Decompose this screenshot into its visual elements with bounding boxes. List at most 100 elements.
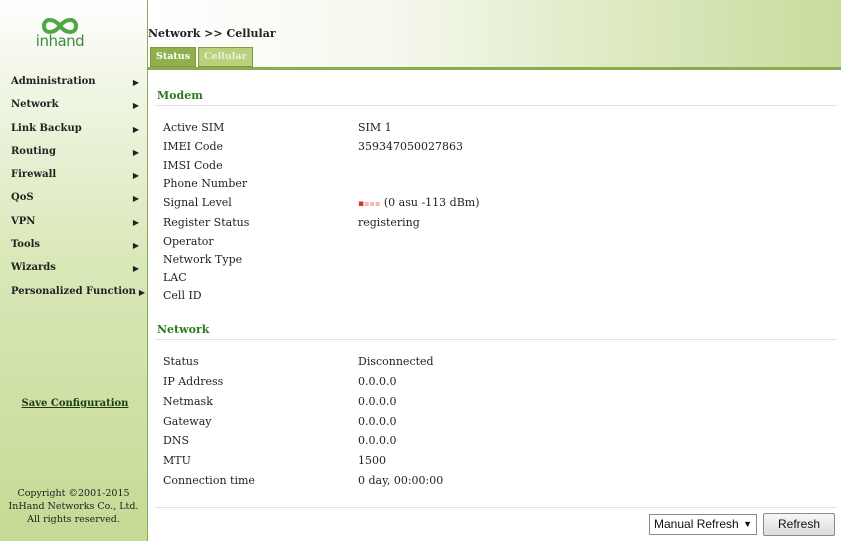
sidebar-item-label: Network xyxy=(11,99,59,111)
row-label: Status xyxy=(163,355,199,368)
chevron-right-icon: ▶ xyxy=(138,286,145,297)
row-label: LAC xyxy=(163,271,187,284)
refresh-mode-select[interactable]: Manual Refresh ▼ xyxy=(649,514,757,535)
sidebar-item-tools[interactable]: Tools ▶ xyxy=(0,235,147,258)
modem-section-title: Modem xyxy=(157,89,203,102)
copyright-line: All rights reserved. xyxy=(27,514,120,525)
row-label: Phone Number xyxy=(163,177,248,190)
row-value: registering xyxy=(358,216,420,229)
row-label: Register Status xyxy=(163,216,250,229)
row-label: DNS xyxy=(163,434,189,447)
row-value: 0.0.0.0 xyxy=(358,415,397,428)
chevron-right-icon: ▶ xyxy=(132,240,139,251)
network-row-dns: DNS 0.0.0.0 xyxy=(163,433,803,449)
row-value: 1500 xyxy=(358,454,386,467)
network-row-ip-address: IP Address 0.0.0.0 xyxy=(163,374,803,390)
row-label: Gateway xyxy=(163,415,212,428)
row-value: ▪▪▪▪ (0 asu -113 dBm) xyxy=(358,195,480,212)
sidebar-menu: Administration ▶ Network ▶ Link Backup ▶ Ro… xyxy=(0,72,147,305)
network-row-connection-time: Connection time 0 day, 00:00:00 xyxy=(163,473,803,489)
sidebar-item-administration[interactable]: Administration ▶ xyxy=(0,72,147,95)
sidebar-item-personalized-function[interactable]: Personalized Function ▶ xyxy=(0,282,147,305)
refresh-mode-value: Manual Refresh xyxy=(654,517,739,531)
sidebar-item-vpn[interactable]: VPN ▶ xyxy=(0,212,147,235)
signal-bars-empty: ▪▪▪ xyxy=(364,199,381,208)
sidebar-item-firewall[interactable]: Firewall ▶ xyxy=(0,165,147,188)
copyright-line: Copyright ©2001-2015 xyxy=(17,488,130,499)
row-value: 359347050027863 xyxy=(358,140,463,153)
tab-status[interactable]: Status xyxy=(150,47,197,67)
row-label: Network Type xyxy=(163,253,243,266)
modem-row-register-status: Register Status registering xyxy=(163,215,803,231)
modem-row-signal-level: Signal Level ▪▪▪▪ (0 asu -113 dBm) xyxy=(163,195,803,211)
modem-row-lac: LAC xyxy=(163,270,803,286)
sidebar-item-qos[interactable]: QoS ▶ xyxy=(0,188,147,211)
modem-row-network-type: Network Type xyxy=(163,252,803,268)
refresh-button[interactable]: Refresh xyxy=(763,513,835,536)
row-label: MTU xyxy=(163,454,191,467)
row-label: IMSI Code xyxy=(163,159,223,172)
sidebar-item-label: VPN xyxy=(11,215,36,227)
chevron-right-icon: ▶ xyxy=(132,100,139,111)
sidebar-item-label: Routing xyxy=(11,145,56,157)
copyright: Copyright ©2001-2015 InHand Networks Co.… xyxy=(0,487,147,526)
network-section-title: Network xyxy=(157,323,210,336)
row-label: Active SIM xyxy=(163,121,225,134)
sidebar: inhand Administration ▶ Network ▶ Link Bac… xyxy=(0,0,148,541)
modem-row-cell-id: Cell ID xyxy=(163,288,803,304)
row-value: 0.0.0.0 xyxy=(358,434,397,447)
modem-row-active-sim: Active SIM SIM 1 xyxy=(163,120,803,136)
copyright-line: InHand Networks Co., Ltd. xyxy=(8,501,139,512)
row-value: 0.0.0.0 xyxy=(358,375,397,388)
chevron-right-icon: ▶ xyxy=(132,77,139,87)
chevron-right-icon: ▶ xyxy=(132,123,139,134)
main-content: Modem Active SIM SIM 1 IMEI Code 3593470… xyxy=(148,67,841,544)
signal-level-text: (0 asu -113 dBm) xyxy=(383,196,480,209)
network-row-mtu: MTU 1500 xyxy=(163,453,803,469)
section-divider xyxy=(155,507,837,508)
sidebar-item-routing[interactable]: Routing ▶ xyxy=(0,142,147,165)
network-row-gateway: Gateway 0.0.0.0 xyxy=(163,414,803,430)
sidebar-item-wizards[interactable]: Wizards ▶ xyxy=(0,258,147,281)
section-divider xyxy=(155,339,837,340)
row-value: 0.0.0.0 xyxy=(358,395,397,408)
row-label: Cell ID xyxy=(163,289,202,302)
row-value: SIM 1 xyxy=(358,121,392,134)
save-configuration-link[interactable]: Save Configuration xyxy=(0,398,150,409)
chevron-right-icon: ▶ xyxy=(132,146,139,157)
sidebar-item-label: Link Backup xyxy=(11,122,82,134)
sidebar-item-label: Tools xyxy=(11,239,41,251)
row-label: IP Address xyxy=(163,375,224,388)
sidebar-item-label: Personalized Function xyxy=(11,285,136,297)
network-row-status: Status Disconnected xyxy=(163,354,803,370)
sidebar-item-network[interactable]: Network ▶ xyxy=(0,95,147,118)
chevron-right-icon: ▶ xyxy=(132,216,139,227)
modem-row-operator: Operator xyxy=(163,234,803,250)
tab-cellular[interactable]: Cellular xyxy=(198,47,253,67)
row-label: IMEI Code xyxy=(163,140,224,153)
modem-row-imei: IMEI Code 359347050027863 xyxy=(163,139,803,155)
modem-row-phone-number: Phone Number xyxy=(163,176,803,192)
row-label: Signal Level xyxy=(163,196,232,209)
sidebar-item-label: Wizards xyxy=(11,262,56,274)
logo-text: inhand xyxy=(35,32,85,50)
row-label: Connection time xyxy=(163,474,255,487)
chevron-right-icon: ▶ xyxy=(132,170,139,181)
modem-row-imsi: IMSI Code xyxy=(163,158,803,174)
sidebar-item-link-backup[interactable]: Link Backup ▶ xyxy=(0,119,147,142)
breadcrumb: Network >> Cellular xyxy=(148,27,276,40)
brand-logo: inhand xyxy=(30,16,90,58)
chevron-right-icon: ▶ xyxy=(132,193,139,204)
row-value: 0 day, 00:00:00 xyxy=(358,474,444,487)
dropdown-arrow-icon: ▼ xyxy=(743,519,752,529)
section-divider xyxy=(155,105,837,106)
sidebar-item-label: QoS xyxy=(11,192,34,204)
network-row-netmask: Netmask 0.0.0.0 xyxy=(163,394,803,410)
row-label: Netmask xyxy=(163,395,213,408)
sidebar-item-label: Firewall xyxy=(11,169,57,181)
chevron-right-icon: ▶ xyxy=(132,263,139,274)
row-label: Operator xyxy=(163,235,214,248)
sidebar-item-label: Administration xyxy=(11,76,96,87)
row-value: Disconnected xyxy=(358,355,434,368)
page-header: Network >> Cellular Status Cellular xyxy=(148,0,841,67)
